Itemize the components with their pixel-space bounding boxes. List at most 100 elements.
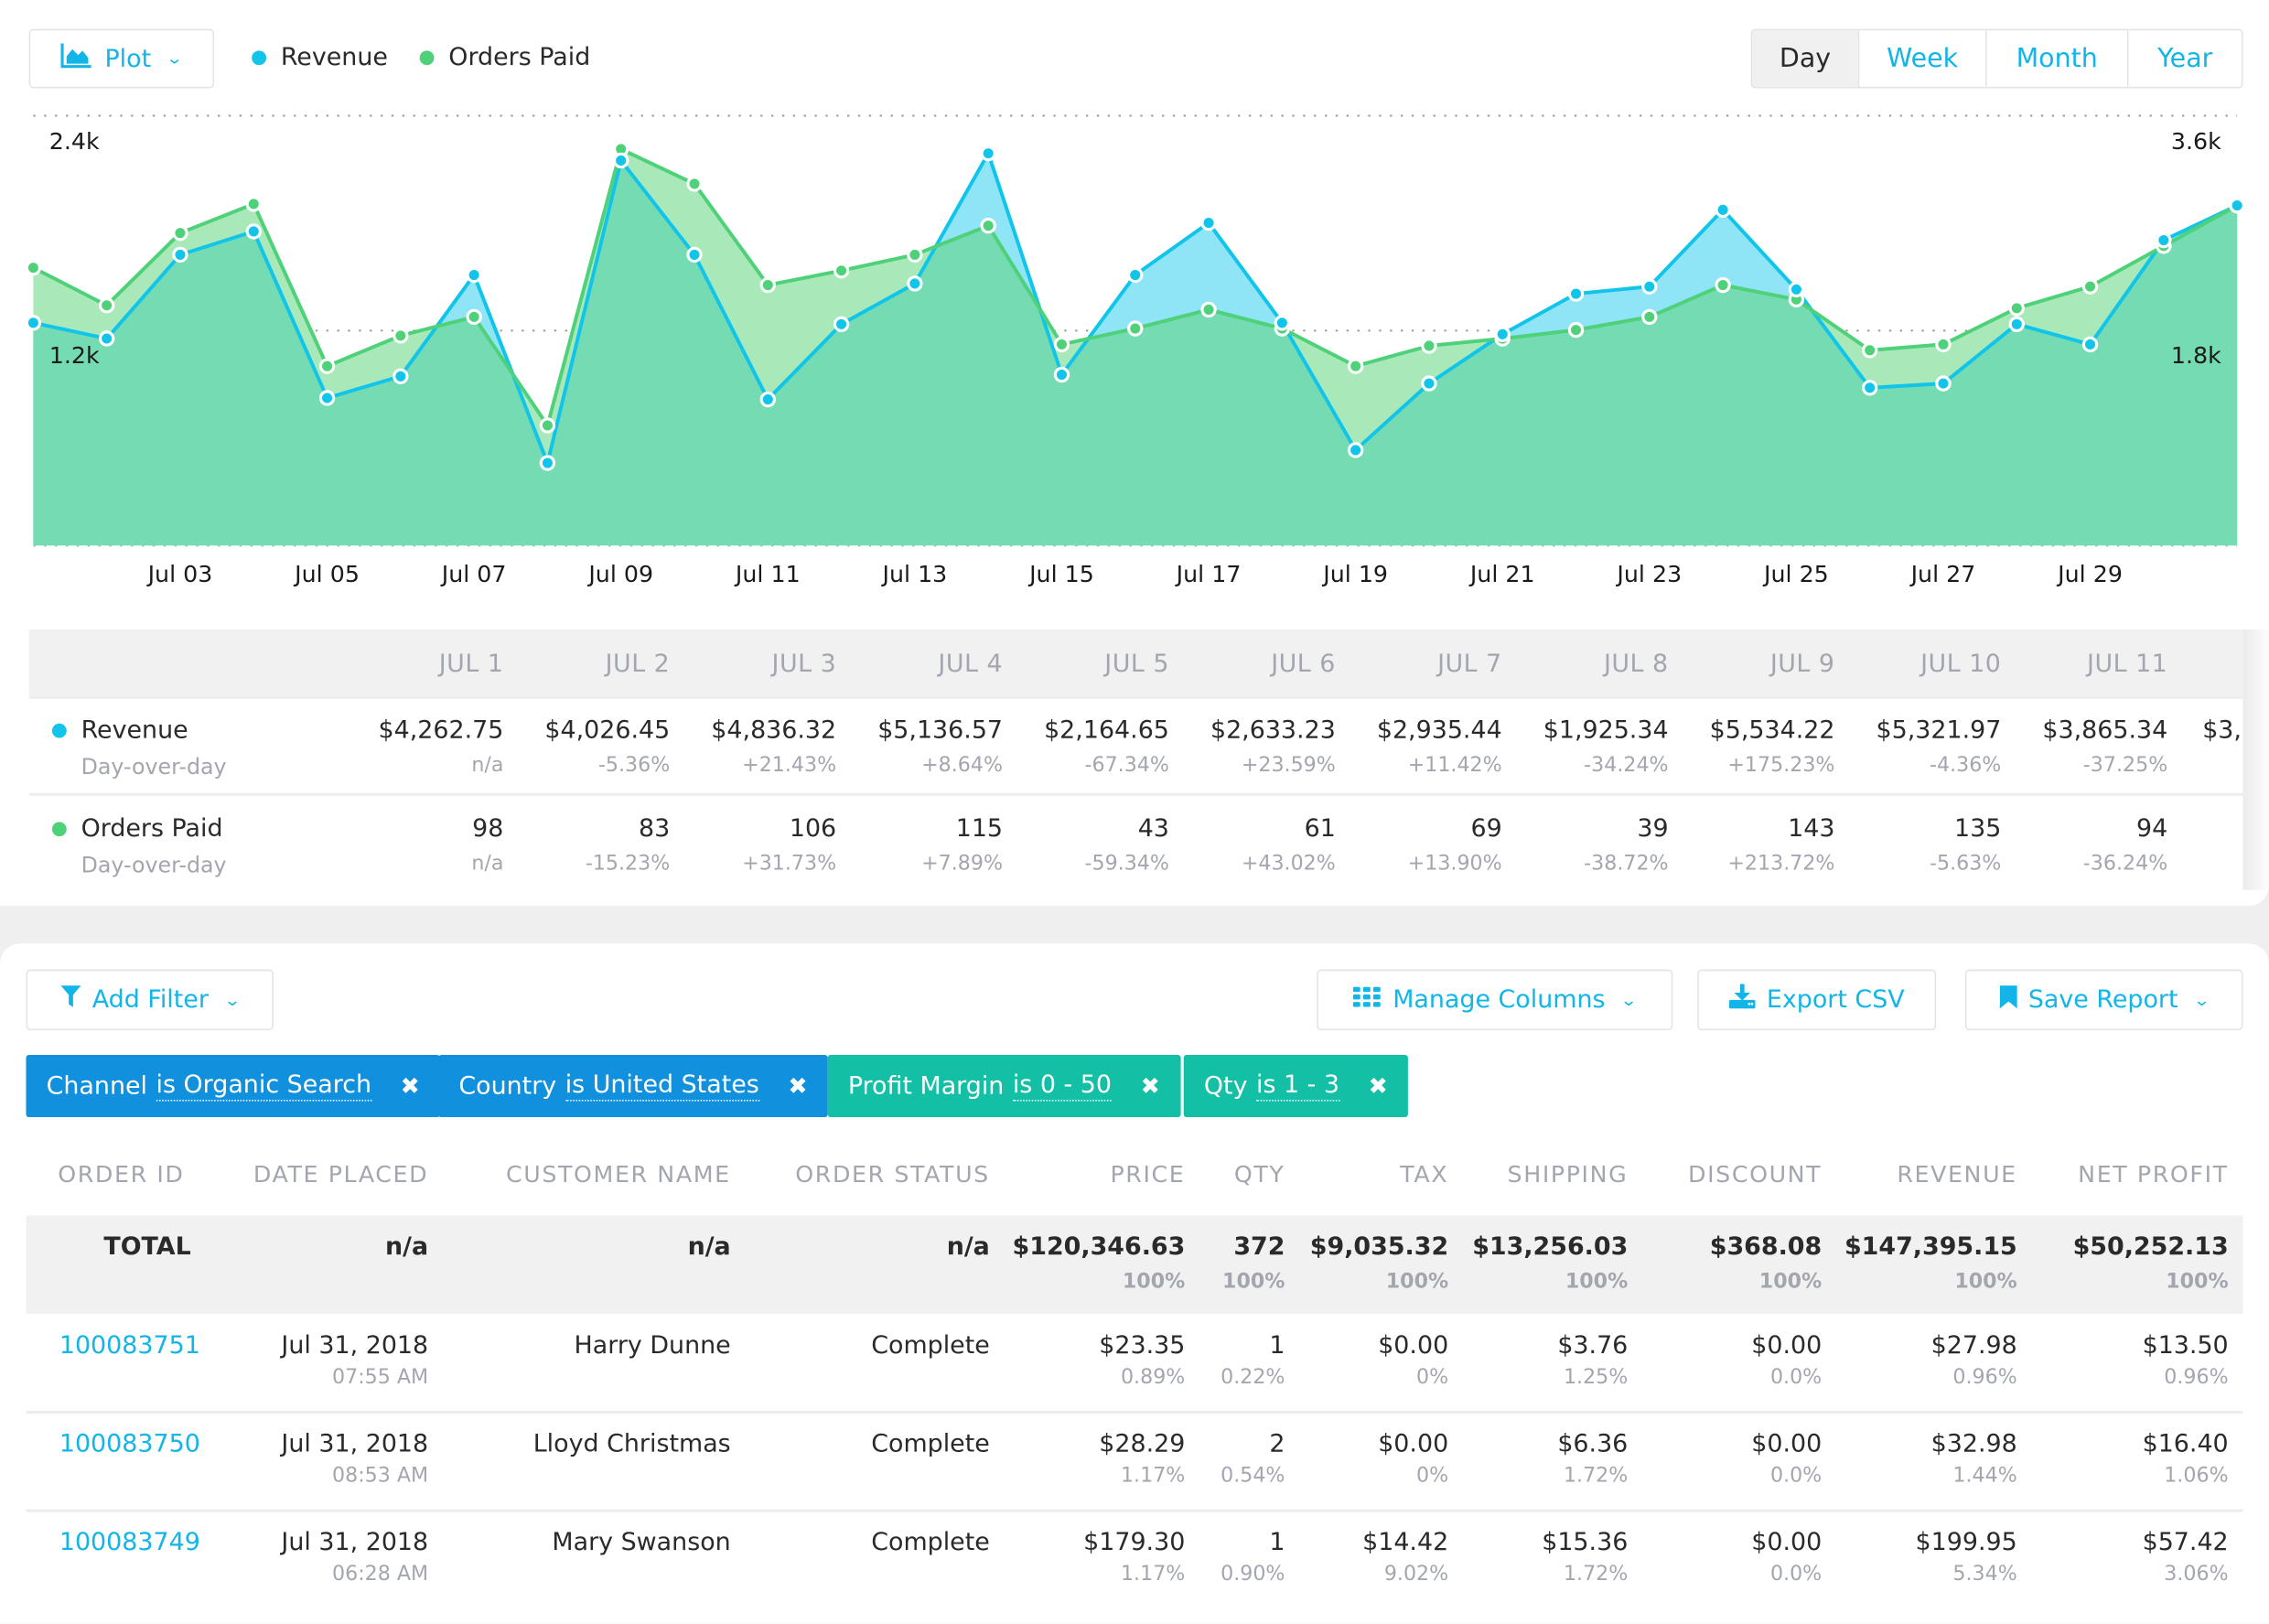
revenue-point[interactable] xyxy=(318,390,336,406)
orders-point[interactable] xyxy=(393,328,409,344)
x-tick-label: Jul 15 xyxy=(1027,561,1094,587)
orders-point[interactable] xyxy=(2008,300,2025,317)
order-net_profit: $16.40 xyxy=(2142,1429,2229,1459)
revenue-point[interactable] xyxy=(466,266,482,284)
orders-point[interactable] xyxy=(1715,276,1731,294)
orders-point[interactable] xyxy=(466,308,482,326)
orders-point[interactable] xyxy=(1053,336,1070,353)
remove-filter-icon[interactable]: ✖ xyxy=(1141,1072,1160,1100)
plot-type-dropdown[interactable]: Plot ⌄ xyxy=(28,28,215,89)
revenue-point[interactable] xyxy=(980,145,996,162)
remove-filter-icon[interactable]: ✖ xyxy=(1369,1072,1388,1100)
orders-point[interactable] xyxy=(759,276,777,294)
legend-revenue[interactable]: Revenue xyxy=(252,43,388,72)
column-header[interactable]: NET PROFIT xyxy=(1939,1160,2228,1188)
orders-point[interactable] xyxy=(172,224,188,242)
orders-point[interactable] xyxy=(980,218,996,234)
summary-column-header: JUL 6 xyxy=(1271,650,1336,679)
orders-point[interactable] xyxy=(25,259,42,276)
filter-chip[interactable]: Qty is 1 - 3 ✖ xyxy=(1183,1054,1409,1117)
revenue-point[interactable] xyxy=(686,246,703,263)
x-tick-label: Jul 11 xyxy=(734,561,801,587)
summary-change: +11.42% xyxy=(1407,754,1502,778)
filter-condition[interactable]: is 1 - 3 xyxy=(1256,1070,1340,1102)
revenue-point[interactable] xyxy=(613,152,629,169)
revenue-point[interactable] xyxy=(2008,316,2025,333)
orders-point[interactable] xyxy=(318,358,336,374)
revenue-point[interactable] xyxy=(1641,278,1658,295)
revenue-point[interactable] xyxy=(1935,375,1952,392)
filter-chip[interactable]: Profit Margin is 0 - 50 ✖ xyxy=(827,1054,1180,1117)
chevron-down-icon: ⌄ xyxy=(166,48,184,69)
add-filter-button[interactable]: Add Filter ⌄ xyxy=(26,969,274,1031)
orders-point[interactable] xyxy=(907,246,923,263)
filter-condition[interactable]: is Organic Search xyxy=(156,1070,372,1102)
remove-filter-icon[interactable]: ✖ xyxy=(788,1072,807,1100)
summary-change: +23.59% xyxy=(1241,754,1336,778)
revenue-point[interactable] xyxy=(1200,214,1217,231)
summary-change: -36.24% xyxy=(2082,852,2168,876)
revenue-point[interactable] xyxy=(98,330,115,347)
revenue-point[interactable] xyxy=(907,275,923,292)
orders-point[interactable] xyxy=(1861,342,1878,359)
revenue-point[interactable] xyxy=(2081,336,2099,353)
revenue-point[interactable] xyxy=(2156,231,2172,249)
revenue-point[interactable] xyxy=(393,368,409,385)
revenue-point[interactable] xyxy=(539,455,556,471)
revenue-point[interactable] xyxy=(759,391,777,408)
revenue-point[interactable] xyxy=(833,316,850,333)
period-day[interactable]: Day xyxy=(1752,30,1858,87)
orders-point[interactable] xyxy=(1641,308,1658,326)
revenue-point[interactable] xyxy=(1127,266,1144,284)
filter-condition[interactable]: is 0 - 50 xyxy=(1012,1070,1112,1102)
revenue-point[interactable] xyxy=(1567,285,1585,302)
filter-chip[interactable]: Channel is Organic Search ✖ xyxy=(26,1054,441,1117)
summary-value: $2,935.44 xyxy=(1376,715,1502,746)
chevron-down-icon: ⌄ xyxy=(1620,990,1639,1010)
orders-point[interactable] xyxy=(539,417,556,434)
revenue-point[interactable] xyxy=(25,315,42,331)
revenue-point[interactable] xyxy=(1274,315,1291,331)
legend-orders-label: Orders Paid xyxy=(448,43,591,73)
summary-change: +21.43% xyxy=(742,754,837,778)
period-year[interactable]: Year xyxy=(2126,30,2242,87)
period-month[interactable]: Month xyxy=(1984,30,2127,87)
orders-point[interactable] xyxy=(2081,278,2099,295)
revenue-point[interactable] xyxy=(1788,281,1805,298)
revenue-point[interactable] xyxy=(1715,201,1731,218)
revenue-point[interactable] xyxy=(2229,197,2245,214)
revenue-point[interactable] xyxy=(1347,442,1364,458)
revenue-point[interactable] xyxy=(245,223,262,240)
revenue-point[interactable] xyxy=(1861,380,1878,396)
revenue-point[interactable] xyxy=(1494,326,1511,343)
orders-point[interactable] xyxy=(833,263,850,279)
orders-point[interactable] xyxy=(686,176,703,192)
column-header[interactable]: DATE PLACED xyxy=(139,1160,428,1188)
orders-point[interactable] xyxy=(1200,301,1217,318)
revenue-orders-chart: 2.4k 1.2k 3.6k 1.8k Jul 03 Jul 05 Jul 07 Jul 09… xyxy=(25,114,2245,587)
summary-change: +31.73% xyxy=(742,852,837,876)
orders-point[interactable] xyxy=(1567,321,1585,339)
revenue-point[interactable] xyxy=(1421,375,1437,392)
summary-column-header: JUL 2 xyxy=(605,650,671,679)
orders-point[interactable] xyxy=(1347,358,1364,374)
filter-chip[interactable]: Country is United States ✖ xyxy=(438,1054,828,1117)
legend-orders-paid[interactable]: Orders Paid xyxy=(419,43,591,73)
filter-condition[interactable]: is United States xyxy=(565,1070,759,1102)
column-header[interactable]: CUSTOMER NAME xyxy=(441,1160,730,1188)
orders-point[interactable] xyxy=(1421,338,1437,354)
remove-filter-icon[interactable]: ✖ xyxy=(401,1072,420,1100)
revenue-point[interactable] xyxy=(1053,366,1070,383)
orders-point[interactable] xyxy=(98,297,115,314)
total-row xyxy=(26,1215,2243,1315)
export-csv-button[interactable]: Export CSV xyxy=(1697,969,1937,1031)
right-axis-tick: 3.6k xyxy=(2171,128,2221,155)
summary-value: $4,262.75 xyxy=(378,715,504,746)
orders-point[interactable] xyxy=(1935,336,1952,353)
revenue-point[interactable] xyxy=(172,246,188,263)
save-report-button[interactable]: Save Report ⌄ xyxy=(1964,969,2243,1031)
period-week[interactable]: Week xyxy=(1857,30,1985,87)
orders-point[interactable] xyxy=(245,196,262,212)
orders-point[interactable] xyxy=(1127,320,1144,337)
manage-columns-button[interactable]: Manage Columns ⌄ xyxy=(1317,969,1673,1031)
